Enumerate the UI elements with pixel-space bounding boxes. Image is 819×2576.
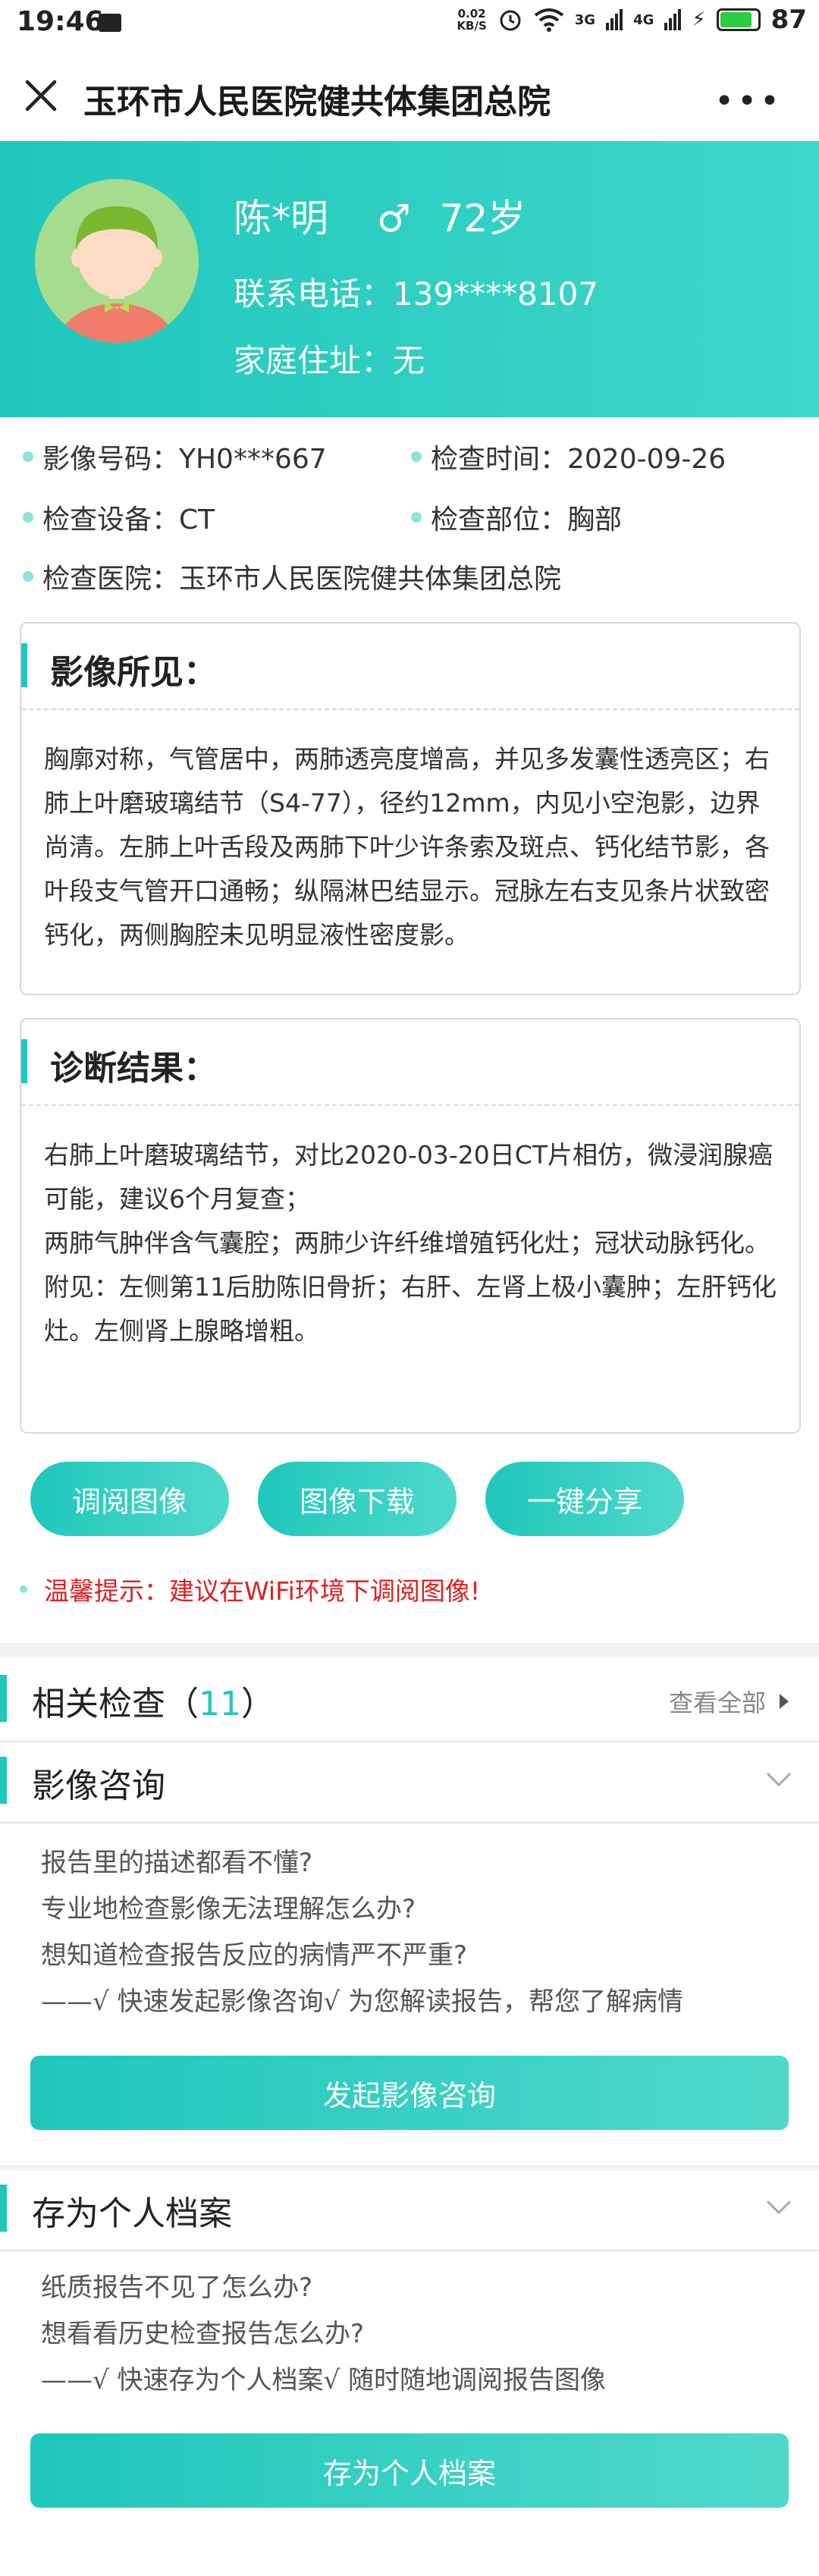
share-button[interactable]: 一键分享	[485, 1462, 684, 1536]
signal-bars-icon	[606, 9, 623, 30]
patient-address: 家庭住址：无	[234, 342, 425, 379]
findings-text: 胸廓对称，气管居中，两肺透亮度增高，并见多发囊性透亮区；右肺上叶磨玻璃结节（S4…	[44, 744, 770, 950]
status-bar: 19:46 0.02 KB/S 3G 4G ⚡ 87	[0, 0, 819, 49]
archive-section: 存为个人档案 纸质报告不见了怎么办? 想看看历史检查报告怎么办? ——√ 快速存…	[0, 2171, 819, 2576]
diagnosis-card: 诊断结果： 右肺上叶磨玻璃结节，对比2020-03-20日CT片相仿，微浸润腺癌…	[20, 1018, 801, 1434]
exam-hospital: 检查医院：玉环市人民医院健共体集团总院	[23, 557, 561, 596]
close-icon[interactable]	[23, 77, 59, 114]
accent-bar	[0, 1757, 7, 1804]
related-count: 11	[199, 1685, 241, 1723]
accent-bar	[0, 2185, 7, 2232]
battery-icon	[716, 8, 761, 31]
action-buttons: 调阅图像 图像下载 一键分享	[30, 1462, 684, 1536]
save-archive-button[interactable]: 存为个人档案	[30, 2433, 789, 2508]
download-image-button[interactable]: 图像下载	[258, 1462, 457, 1536]
status-time: 19:46	[17, 6, 104, 37]
start-consult-button[interactable]: 发起影像咨询	[30, 2056, 789, 2130]
exam-device: 检查设备：CT	[23, 498, 215, 537]
archive-description: 纸质报告不见了怎么办? 想看看历史检查报告怎么办? ——√ 快速存为个人档案√ …	[41, 2273, 606, 2395]
bullet-dot	[20, 1585, 27, 1593]
bullet-dot	[411, 451, 422, 462]
patient-header: 陈*明 ♂ 72岁 联系电话：139****8107 家庭住址：无	[0, 141, 819, 417]
bullet-dot	[411, 512, 422, 523]
patient-name-row: 陈*明 ♂ 72岁	[234, 188, 526, 243]
findings-title: 影像所见：	[50, 653, 217, 692]
exam-time: 检查时间：2020-09-26	[411, 437, 726, 476]
report-panel: 影像所见： 胸廓对称，气管居中，两肺透亮度增高，并见多发囊性透亮区；右肺上叶磨玻…	[0, 611, 819, 1643]
findings-card: 影像所见： 胸廓对称，气管居中，两肺透亮度增高，并见多发囊性透亮区；右肺上叶磨玻…	[20, 622, 801, 995]
diagnosis-text: 右肺上叶磨玻璃结节，对比2020-03-20日CT片相仿，微浸润腺癌可能，建议6…	[44, 1140, 777, 1346]
consult-section: 影像咨询 报告里的描述都看不懂? 专业地检查影像无法理解怎么办? 想知道检查报告…	[0, 1743, 819, 2165]
bullet-dot	[23, 512, 33, 523]
archive-title: 存为个人档案	[32, 2194, 232, 2233]
signal-bars-icon	[664, 9, 682, 30]
related-exams-title: 相关检查（11）	[32, 1685, 275, 1723]
accent-bar	[0, 1675, 7, 1722]
mail-icon	[99, 14, 121, 32]
avatar	[35, 179, 199, 343]
consult-description: 报告里的描述都看不懂? 专业地检查影像无法理解怎么办? 想知道检查报告反应的病情…	[41, 1848, 683, 2017]
view-image-button[interactable]: 调阅图像	[30, 1462, 229, 1536]
arrow-right-icon	[780, 1694, 789, 1709]
wifi-icon	[534, 8, 564, 32]
accent-bar	[21, 1039, 27, 1083]
title-bar: 玉环市人民医院健共体集团总院 •••	[0, 49, 819, 141]
chevron-down-icon[interactable]	[766, 1772, 792, 1787]
consult-title: 影像咨询	[32, 1767, 165, 1805]
diagnosis-title: 诊断结果：	[50, 1049, 217, 1088]
male-icon: ♂	[376, 196, 411, 240]
patient-age: 72岁	[439, 196, 526, 240]
patient-name: 陈*明	[234, 196, 328, 240]
exam-info: 影像号码：YH0***667 检查时间：2020-09-26 检查设备：CT 检…	[0, 417, 819, 611]
battery-percent: 87	[770, 5, 807, 35]
signal-3g-icon: 3G	[574, 11, 596, 28]
accent-bar	[21, 643, 27, 687]
alarm-icon	[500, 10, 521, 31]
bullet-dot	[23, 571, 33, 582]
exam-body-part: 检查部位：胸部	[411, 498, 622, 537]
signal-4g-icon: 4G	[633, 11, 654, 28]
more-icon[interactable]: •••	[714, 82, 783, 121]
net-speed: 0.02 KB/S	[457, 7, 487, 33]
view-all-link[interactable]: 查看全部	[669, 1684, 789, 1719]
avatar-illustration	[58, 206, 176, 343]
related-exams-section[interactable]: 相关检查（11） 查看全部	[0, 1657, 819, 1740]
page-title: 玉环市人民医院健共体集团总院	[83, 83, 551, 121]
status-icons: 0.02 KB/S 3G 4G ⚡ 87	[457, 5, 807, 35]
wifi-tip: 温馨提示：建议在WiFi环境下调阅图像!	[20, 1571, 480, 1607]
patient-phone: 联系电话：139****8107	[234, 275, 599, 313]
image-number: 影像号码：YH0***667	[23, 437, 327, 476]
chevron-down-icon[interactable]	[766, 2200, 792, 2215]
bullet-dot	[23, 451, 33, 462]
charging-icon: ⚡	[692, 8, 706, 31]
